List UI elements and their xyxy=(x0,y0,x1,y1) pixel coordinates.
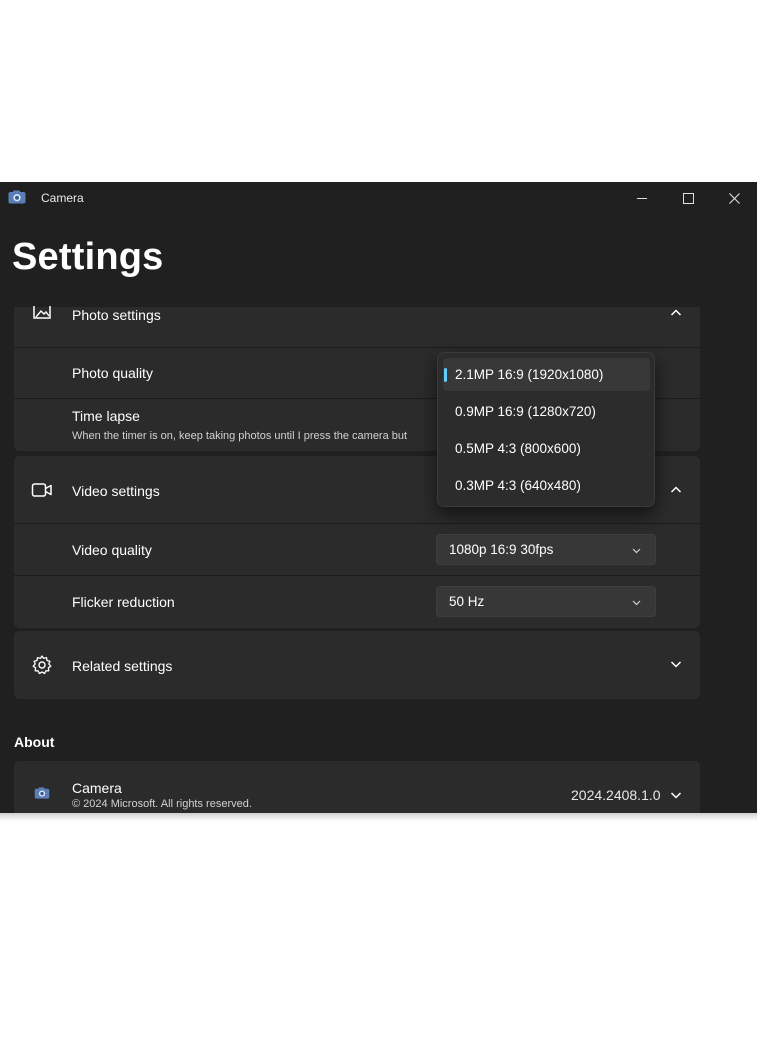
app-title: Camera xyxy=(41,191,84,205)
video-quality-label: Video quality xyxy=(72,542,152,558)
minimize-button[interactable] xyxy=(619,182,665,214)
photo-settings-label: Photo settings xyxy=(72,307,161,323)
about-section-label: About xyxy=(14,734,55,750)
about-app-name: Camera xyxy=(72,780,122,796)
photo-settings-icon xyxy=(33,306,51,319)
photo-quality-option[interactable]: 0.5MP 4:3 (800x600) xyxy=(443,432,650,465)
camera-app-icon xyxy=(8,190,26,204)
chevron-down-icon xyxy=(632,600,641,606)
maximize-icon xyxy=(682,192,694,204)
window-shadow xyxy=(0,813,757,821)
app-version: 2024.2408.1.0 xyxy=(571,787,661,803)
video-quality-value: 1080p 16:9 30fps xyxy=(449,542,554,557)
flicker-reduction-row: Flicker reduction 50 Hz xyxy=(14,576,700,628)
title-bar[interactable]: Camera xyxy=(0,182,757,214)
chevron-down-icon xyxy=(632,548,641,554)
photo-settings-header[interactable]: Photo settings xyxy=(14,306,700,347)
photo-quality-option-label: 2.1MP 16:9 (1920x1080) xyxy=(455,367,604,382)
photo-quality-option-label: 0.5MP 4:3 (800x600) xyxy=(455,441,581,456)
flicker-reduction-label: Flicker reduction xyxy=(72,594,175,610)
photo-quality-label: Photo quality xyxy=(72,365,153,381)
photo-quality-option[interactable]: 2.1MP 16:9 (1920x1080) xyxy=(443,358,650,391)
page-title: Settings xyxy=(12,236,164,278)
video-camera-icon xyxy=(31,483,52,497)
chevron-up-icon[interactable] xyxy=(670,307,682,319)
camera-app-icon xyxy=(34,787,50,799)
close-button[interactable] xyxy=(711,182,757,214)
close-icon xyxy=(728,192,740,204)
related-settings-card[interactable]: Related settings xyxy=(14,631,700,699)
gear-icon xyxy=(32,655,52,675)
flicker-reduction-value: 50 Hz xyxy=(449,594,485,609)
time-lapse-label: Time lapse xyxy=(72,408,140,424)
photo-quality-dropdown-list[interactable]: 2.1MP 16:9 (1920x1080) 0.9MP 16:9 (1280x… xyxy=(437,352,655,507)
chevron-down-icon[interactable] xyxy=(670,658,682,670)
maximize-button[interactable] xyxy=(665,182,711,214)
photo-quality-option[interactable]: 0.9MP 16:9 (1280x720) xyxy=(443,395,650,428)
video-quality-dropdown[interactable]: 1080p 16:9 30fps xyxy=(436,534,656,565)
about-copyright: © 2024 Microsoft. All rights reserved. xyxy=(72,798,252,810)
photo-quality-option-label: 0.3MP 4:3 (640x480) xyxy=(455,478,581,493)
related-settings-label: Related settings xyxy=(72,658,173,674)
video-settings-label: Video settings xyxy=(72,483,160,499)
time-lapse-description: When the timer is on, keep taking photos… xyxy=(72,430,408,442)
camera-window: Camera Settings Photo settings Photo qua… xyxy=(0,182,757,814)
video-quality-row: Video quality 1080p 16:9 30fps xyxy=(14,524,700,575)
photo-quality-option[interactable]: 0.3MP 4:3 (640x480) xyxy=(443,469,650,502)
selection-indicator xyxy=(444,368,447,382)
minimize-icon xyxy=(637,197,647,199)
photo-quality-option-label: 0.9MP 16:9 (1280x720) xyxy=(455,404,596,419)
chevron-up-icon[interactable] xyxy=(670,484,682,496)
chevron-down-icon[interactable] xyxy=(670,789,682,801)
about-card[interactable]: Camera © 2024 Microsoft. All rights rese… xyxy=(14,761,700,814)
flicker-reduction-dropdown[interactable]: 50 Hz xyxy=(436,586,656,617)
